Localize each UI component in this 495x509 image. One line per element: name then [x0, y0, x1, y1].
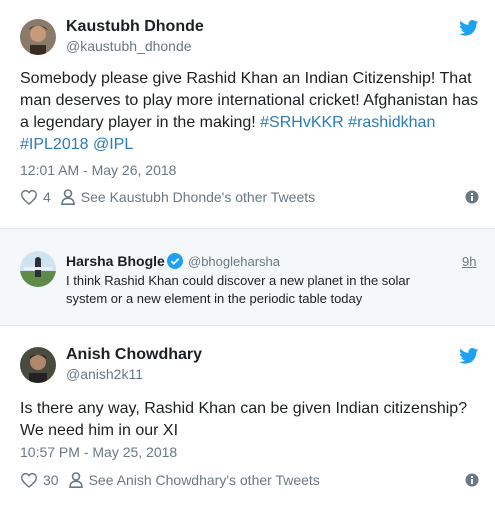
tweet-card-kaustubh: Kaustubh Dhonde @kaustubh_dhonde Somebod… — [0, 0, 495, 214]
tweet-text: Somebody please give Rashid Khan an Indi… — [20, 68, 480, 156]
tweet-actions: 30 See Anish Chowdhary's other Tweets — [20, 470, 320, 490]
hashtag-srhvkkr[interactable]: #SRHvKKR — [260, 114, 344, 131]
heart-icon[interactable] — [20, 189, 38, 205]
twitter-bird-icon[interactable] — [459, 348, 479, 364]
other-tweets-link[interactable]: See Anish Chowdhary's other Tweets — [89, 472, 320, 488]
like-count[interactable]: 4 — [43, 189, 51, 205]
hashtag-rashidkhan[interactable]: #rashidkhan — [348, 114, 435, 131]
author-name[interactable]: Anish Chowdhary — [66, 346, 202, 364]
hashtag-ipl2018[interactable]: #IPL2018 — [20, 136, 89, 153]
tweet-text: Is there any way, Rashid Khan can be giv… — [20, 400, 468, 439]
tweet-actions: 4 See Kaustubh Dhonde's other Tweets — [20, 187, 315, 207]
verified-badge-icon — [167, 253, 183, 269]
quoted-author-name[interactable]: Harsha Bhogle — [66, 253, 165, 269]
heart-icon[interactable] — [20, 472, 38, 488]
like-count[interactable]: 30 — [43, 472, 59, 488]
avatar[interactable] — [20, 347, 56, 383]
author-name[interactable]: Kaustubh Dhonde — [66, 18, 204, 36]
avatar[interactable] — [20, 19, 56, 55]
quoted-author-handle[interactable]: @bhogleharsha — [188, 254, 280, 269]
info-icon[interactable] — [465, 190, 479, 204]
twitter-bird-icon[interactable] — [459, 20, 479, 36]
tweet-card-anish: Anish Chowdhary @anish2k11 Is there any … — [0, 328, 495, 509]
quoted-tweet-harsha[interactable]: Harsha Bhogle @bhogleharsha 9h I think R… — [0, 228, 495, 326]
mention-ipl[interactable]: @IPL — [93, 136, 133, 153]
other-tweets-link[interactable]: See Kaustubh Dhonde's other Tweets — [81, 189, 315, 205]
person-icon — [60, 189, 75, 205]
tweet-timestamp[interactable]: 12:01 AM - May 26, 2018 — [20, 162, 176, 178]
tweet-timestamp[interactable]: 10:57 PM - May 25, 2018 — [20, 444, 177, 460]
author-handle[interactable]: @anish2k11 — [66, 366, 143, 382]
person-icon — [68, 472, 83, 488]
quoted-time[interactable]: 9h — [462, 254, 476, 269]
quoted-text: I think Rashid Khan could discover a new… — [66, 273, 410, 306]
avatar[interactable] — [20, 251, 56, 287]
author-handle[interactable]: @kaustubh_dhonde — [66, 38, 192, 54]
info-icon[interactable] — [465, 473, 479, 487]
